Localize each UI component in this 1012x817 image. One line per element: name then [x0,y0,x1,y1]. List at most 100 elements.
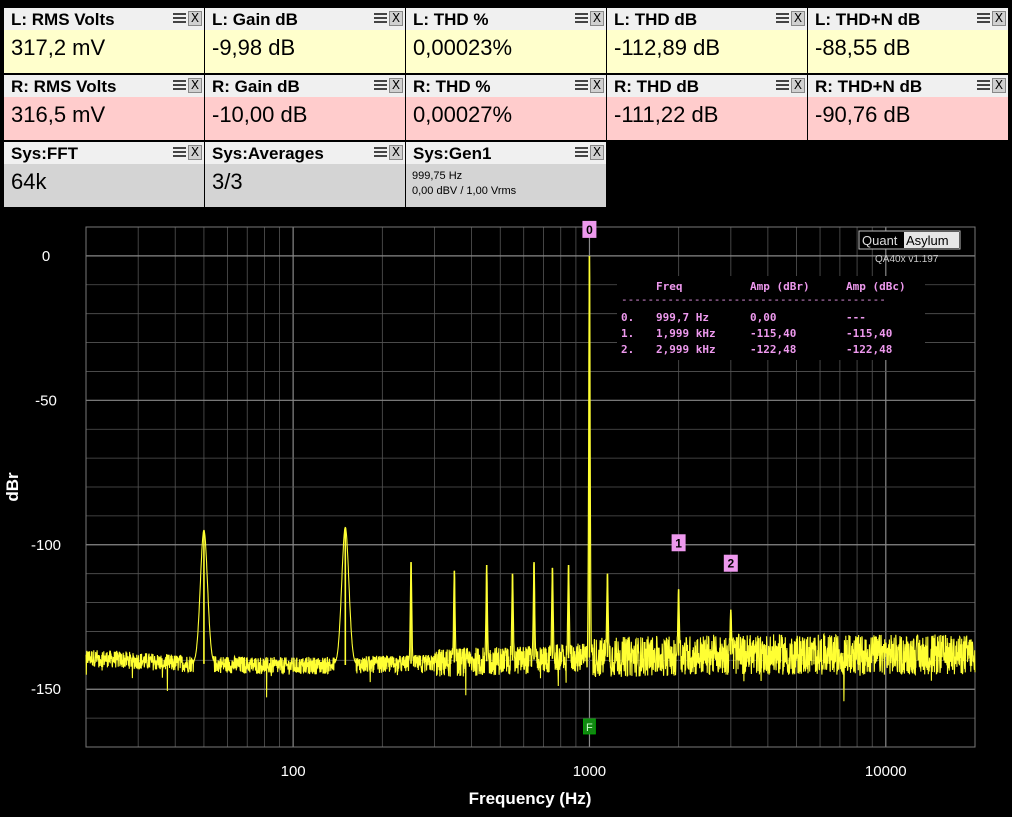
table-cell: 2. [621,343,634,356]
table-cell: -115,40 [846,327,892,340]
fft-plot: 0 1 2 F 0 -50 -100 -150 100 1000 10000 Frequency (… [0,210,1012,817]
tile-title: Sys:Gen1 [413,144,492,163]
menu-icon[interactable] [173,147,186,160]
tile-right-4: R: THD+N dB X -90,76 dB [808,75,1008,140]
tile-right-0: R: RMS Volts X 316,5 mV [4,75,204,140]
menu-icon[interactable] [776,13,789,26]
tile-value: 317,2 mV [11,35,106,60]
close-icon[interactable]: X [791,11,805,26]
y-tick-label: -50 [35,392,57,409]
table-separator: ---------------------------------------- [621,293,886,306]
menu-icon[interactable] [977,13,990,26]
table-cell: 0. [621,311,634,324]
tile-value: -112,89 dB [614,35,721,60]
brand-part1: Quant [862,233,898,248]
tile-value: 0,00023% [413,35,513,60]
tile-title: R: THD dB [614,77,699,96]
menu-icon[interactable] [374,80,387,93]
tile-value: -111,22 dB [614,102,719,127]
table-header: Amp (dBr) [750,280,810,293]
tile-title: L: THD+N dB [815,10,921,29]
harmonic-table: Freq Amp (dBr) Amp (dBc)------------------… [617,276,925,360]
close-icon[interactable]: X [590,145,604,160]
y-tick-label: -100 [31,537,61,554]
tile-value: -10,00 dB [212,102,308,127]
x-axis-label: Frequency (Hz) [469,789,592,808]
table-cell: 2,999 kHz [656,343,716,356]
tile-title: L: RMS Volts [11,10,115,29]
table-cell: -122,48 [846,343,892,356]
tile-value: -9,98 dB [212,35,296,60]
close-icon[interactable]: X [590,78,604,93]
tile-title: L: THD dB [614,10,698,29]
tile-title: L: Gain dB [212,10,298,29]
tile-left-2: L: THD % X 0,00023% [406,8,606,73]
close-icon[interactable]: X [389,78,403,93]
tile-gen-frequency: 999,75 Hz [412,170,463,182]
tile-right-1: R: Gain dB X -10,00 dB [205,75,405,140]
tile-title: R: Gain dB [212,77,300,96]
table-cell: 1. [621,327,634,340]
menu-icon[interactable] [575,80,588,93]
close-icon[interactable]: X [992,78,1006,93]
tile-sys-2: Sys:Gen1 X 999,75 Hz 0,00 dBV / 1,00 Vrms [406,142,606,207]
menu-icon[interactable] [575,147,588,160]
close-icon[interactable]: X [389,145,403,160]
menu-icon[interactable] [173,80,186,93]
tile-value: 0,00027% [413,102,513,127]
fundamental-marker-label: F [586,722,593,734]
table-cell: 999,7 Hz [656,311,709,324]
tile-gen-level: 0,00 dBV / 1,00 Vrms [412,185,517,197]
close-icon[interactable]: X [188,11,202,26]
close-icon[interactable]: X [791,78,805,93]
menu-icon[interactable] [374,147,387,160]
table-cell: -122,48 [750,343,796,356]
tile-left-3: L: THD dB X -112,89 dB [607,8,807,73]
tile-sys-1: Sys:Averages X 3/3 [205,142,405,207]
x-tick-label: 100 [281,763,306,780]
tile-value: 316,5 mV [11,102,106,127]
tile-title: R: RMS Volts [11,77,117,96]
brand-part2: Asylum [906,233,949,248]
y-tick-label: -150 [31,681,61,698]
close-icon[interactable]: X [992,11,1006,26]
tile-right-2: R: THD % X 0,00027% [406,75,606,140]
y-axis-label: dBr [3,472,22,502]
close-icon[interactable]: X [188,145,202,160]
tile-left-1: L: Gain dB X -9,98 dB [205,8,405,73]
tile-right-3: R: THD dB X -111,22 dB [607,75,807,140]
close-icon[interactable]: X [188,78,202,93]
menu-icon[interactable] [374,13,387,26]
tile-title: R: THD+N dB [815,77,923,96]
tile-title: Sys:Averages [212,144,324,163]
x-tick-label: 1000 [573,763,606,780]
table-header: Freq [656,280,683,293]
x-tick-label: 10000 [865,763,907,780]
table-header: Amp (dBc) [846,280,906,293]
tile-value: 3/3 [212,169,243,194]
tile-title: Sys:FFT [11,144,79,163]
menu-icon[interactable] [575,13,588,26]
table-cell: 0,00 [750,311,777,324]
tile-title: R: THD % [413,77,491,96]
menu-icon[interactable] [977,80,990,93]
marker-0-label: 0 [586,223,593,237]
marker-1-label: 1 [675,536,682,550]
close-icon[interactable]: X [389,11,403,26]
tile-value: 64k [11,169,47,194]
brand-version: QA40x v1.197 [875,254,939,265]
close-icon[interactable]: X [590,11,604,26]
table-cell: 1,999 kHz [656,327,716,340]
table-cell: --- [846,311,866,324]
tile-sys-0: Sys:FFT X 64k [4,142,204,207]
tile-value: -88,55 dB [815,35,911,60]
marker-2-label: 2 [727,557,734,571]
menu-icon[interactable] [776,80,789,93]
tile-left-0: L: RMS Volts X 317,2 mV [4,8,204,73]
tile-left-4: L: THD+N dB X -88,55 dB [808,8,1008,73]
tile-value: -90,76 dB [815,102,911,127]
menu-icon[interactable] [173,13,186,26]
table-cell: -115,40 [750,327,796,340]
y-tick-label: 0 [42,248,50,265]
tile-title: L: THD % [413,10,489,29]
